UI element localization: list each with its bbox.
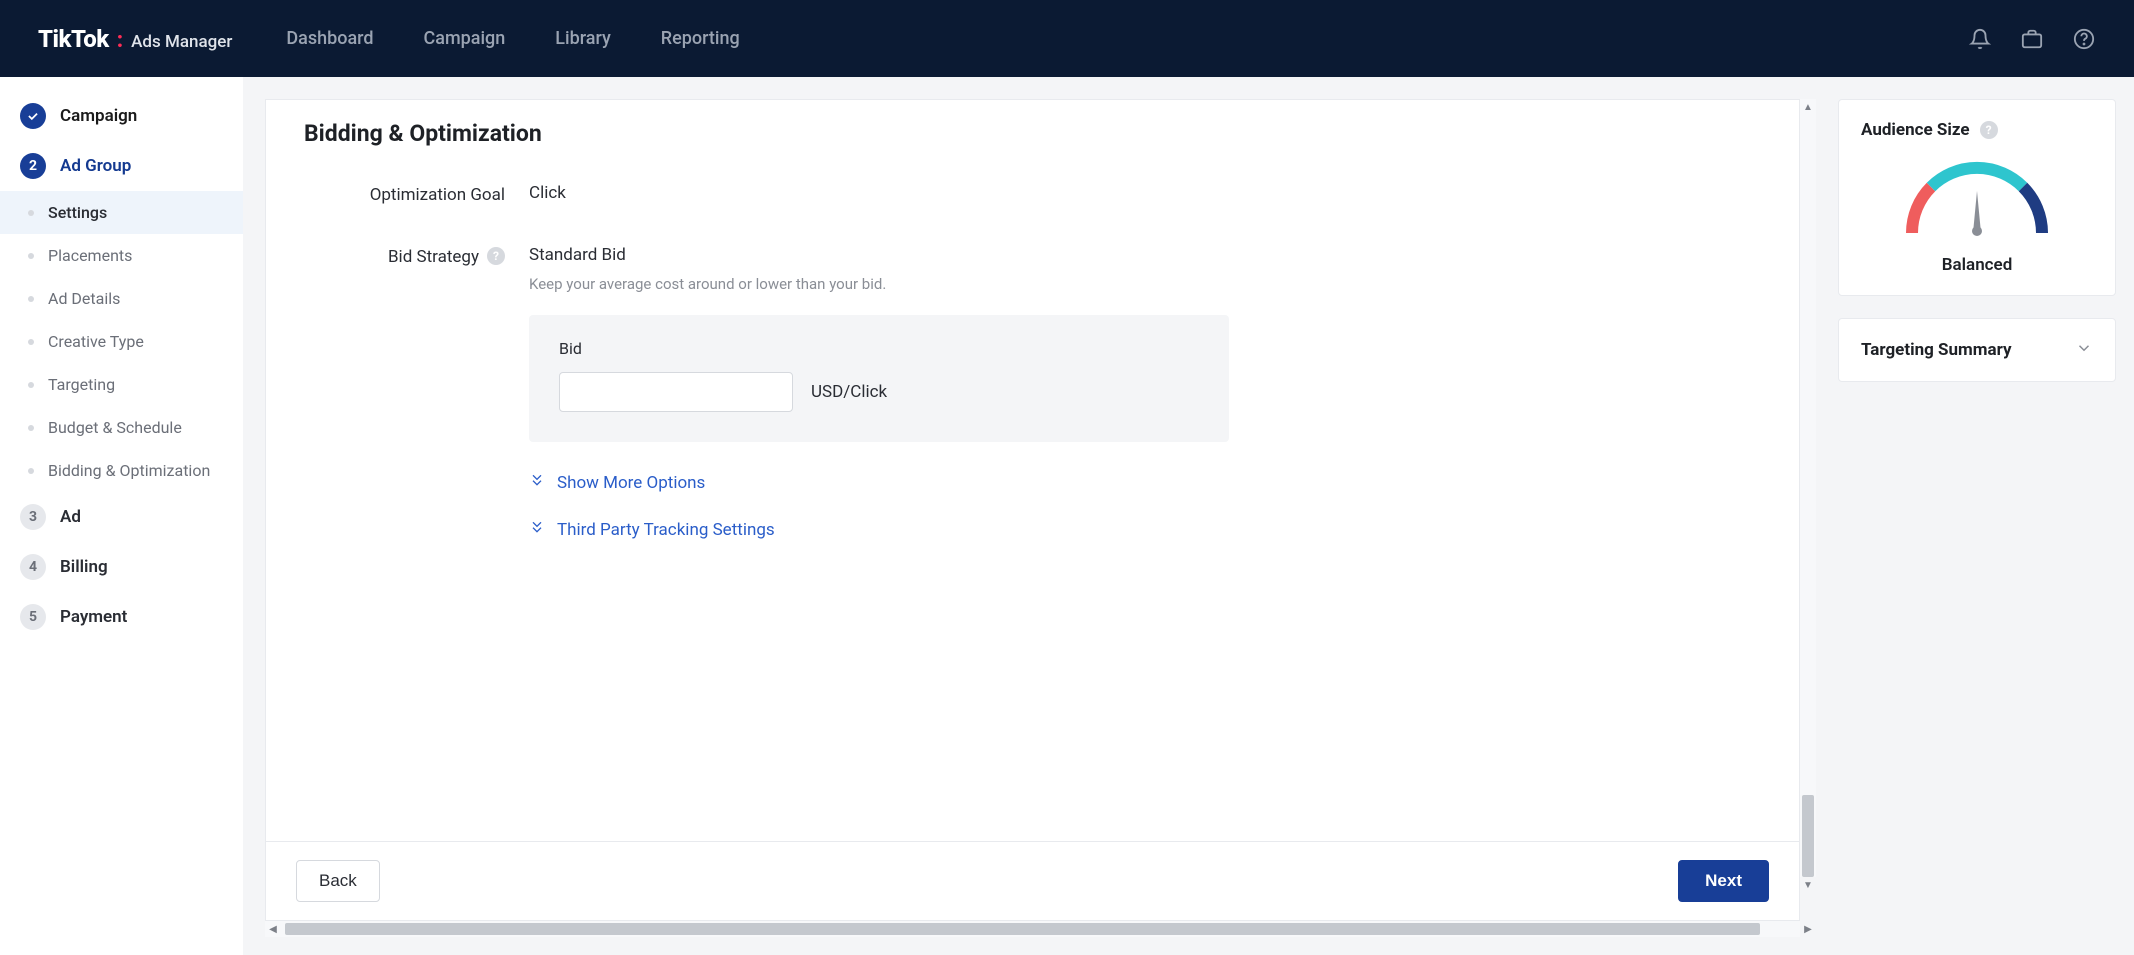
substep-creative-type[interactable]: Creative Type <box>0 320 243 363</box>
targeting-summary-card[interactable]: Targeting Summary <box>1838 318 2116 382</box>
back-button[interactable]: Back <box>296 860 380 902</box>
bid-input[interactable] <box>559 372 793 412</box>
main-body: Bidding & Optimization Optimization Goal… <box>266 100 1799 841</box>
adgroup-substeps: Settings Placements Ad Details Creative … <box>0 191 243 492</box>
step-adgroup[interactable]: 2 Ad Group <box>0 141 243 191</box>
main-footer: Back Next <box>266 841 1799 920</box>
step-billing-number: 4 <box>20 554 46 580</box>
scroll-down-arrow-icon[interactable]: ▼ <box>1800 877 1816 893</box>
logo-colon: : <box>117 28 123 53</box>
step-payment-number: 5 <box>20 604 46 630</box>
logo-text: TikTok <box>38 25 109 53</box>
audience-gauge <box>1902 158 2052 233</box>
gauge-label: Balanced <box>1942 255 2013 275</box>
nav-campaign[interactable]: Campaign <box>424 28 506 49</box>
nav-library[interactable]: Library <box>555 28 611 49</box>
label-bid-strategy: Bid Strategy ? <box>304 245 529 442</box>
label-optimization-goal: Optimization Goal <box>304 183 529 205</box>
substep-placements[interactable]: Placements <box>0 234 243 277</box>
substep-bidding-optimization[interactable]: Bidding & Optimization <box>0 449 243 492</box>
scroll-left-arrow-icon[interactable]: ◀ <box>265 921 281 937</box>
logo: TikTok: Ads Manager <box>38 25 232 53</box>
horizontal-scrollbar[interactable]: ◀ ▶ <box>265 921 1800 937</box>
show-more-options-link[interactable]: Show More Options <box>529 472 1757 493</box>
help-icon[interactable]: ? <box>487 247 505 265</box>
step-adgroup-number: 2 <box>20 153 46 179</box>
dot-icon <box>28 296 34 302</box>
scroll-thumb[interactable] <box>285 923 1760 935</box>
dot-icon <box>28 339 34 345</box>
next-button[interactable]: Next <box>1678 860 1769 902</box>
targeting-summary-title: Targeting Summary <box>1861 340 2012 360</box>
nav-dashboard[interactable]: Dashboard <box>286 28 373 49</box>
substep-ad-details[interactable]: Ad Details <box>0 277 243 320</box>
scroll-right-arrow-icon[interactable]: ▶ <box>1800 921 1816 937</box>
label-bid: Bid <box>559 339 1199 358</box>
bell-icon[interactable] <box>1968 27 1992 51</box>
audience-size-card: Audience Size ? Balanced <box>1838 99 2116 296</box>
dot-icon <box>28 210 34 216</box>
vertical-scrollbar[interactable]: ▲ ▼ <box>1800 99 1816 877</box>
scroll-up-arrow-icon[interactable]: ▲ <box>1800 99 1816 115</box>
help-icon[interactable]: ? <box>1980 121 1998 139</box>
chevron-down-icon <box>2075 339 2093 361</box>
step-ad-number: 3 <box>20 504 46 530</box>
double-chevron-down-icon <box>529 519 545 540</box>
step-campaign[interactable]: Campaign <box>0 91 243 141</box>
right-column: Audience Size ? Balanced <box>1838 99 2116 937</box>
scroll-thumb[interactable] <box>1802 795 1814 877</box>
primary-nav: Dashboard Campaign Library Reporting <box>286 28 739 49</box>
top-header: TikTok: Ads Manager Dashboard Campaign L… <box>0 0 2134 77</box>
check-icon <box>20 103 46 129</box>
nav-reporting[interactable]: Reporting <box>661 28 740 49</box>
section-title: Bidding & Optimization <box>304 120 1757 147</box>
row-optimization-goal: Optimization Goal Click <box>304 183 1757 205</box>
dot-icon <box>28 253 34 259</box>
logo-suffix: Ads Manager <box>131 32 232 52</box>
substep-settings[interactable]: Settings <box>0 191 243 234</box>
step-adgroup-label: Ad Group <box>60 156 131 176</box>
bid-box: Bid USD/Click <box>529 315 1229 442</box>
value-bid-strategy: Standard Bid <box>529 245 1757 265</box>
step-ad[interactable]: 3 Ad <box>0 492 243 542</box>
header-actions <box>1968 27 2096 51</box>
step-billing[interactable]: 4 Billing <box>0 542 243 592</box>
dot-icon <box>28 425 34 431</box>
step-payment[interactable]: 5 Payment <box>0 592 243 642</box>
third-party-tracking-link[interactable]: Third Party Tracking Settings <box>529 519 1757 540</box>
wizard-sidebar: Campaign 2 Ad Group Settings Placements … <box>0 77 243 955</box>
dot-icon <box>28 382 34 388</box>
bid-unit: USD/Click <box>811 382 887 402</box>
substep-targeting[interactable]: Targeting <box>0 363 243 406</box>
gauge-needle-icon <box>1975 185 1979 233</box>
step-payment-label: Payment <box>60 607 127 627</box>
dot-icon <box>28 468 34 474</box>
step-campaign-label: Campaign <box>60 106 137 126</box>
substep-budget-schedule[interactable]: Budget & Schedule <box>0 406 243 449</box>
help-icon[interactable] <box>2072 27 2096 51</box>
double-chevron-down-icon <box>529 472 545 493</box>
audience-size-title: Audience Size <box>1861 120 1970 140</box>
briefcase-icon[interactable] <box>2020 27 2044 51</box>
step-billing-label: Billing <box>60 557 108 577</box>
value-optimization-goal: Click <box>529 183 1757 205</box>
hint-bid-strategy: Keep your average cost around or lower t… <box>529 275 1757 293</box>
main-panel: Bidding & Optimization Optimization Goal… <box>265 99 1800 921</box>
row-bid-strategy: Bid Strategy ? Standard Bid Keep your av… <box>304 245 1757 442</box>
step-ad-label: Ad <box>60 507 81 527</box>
